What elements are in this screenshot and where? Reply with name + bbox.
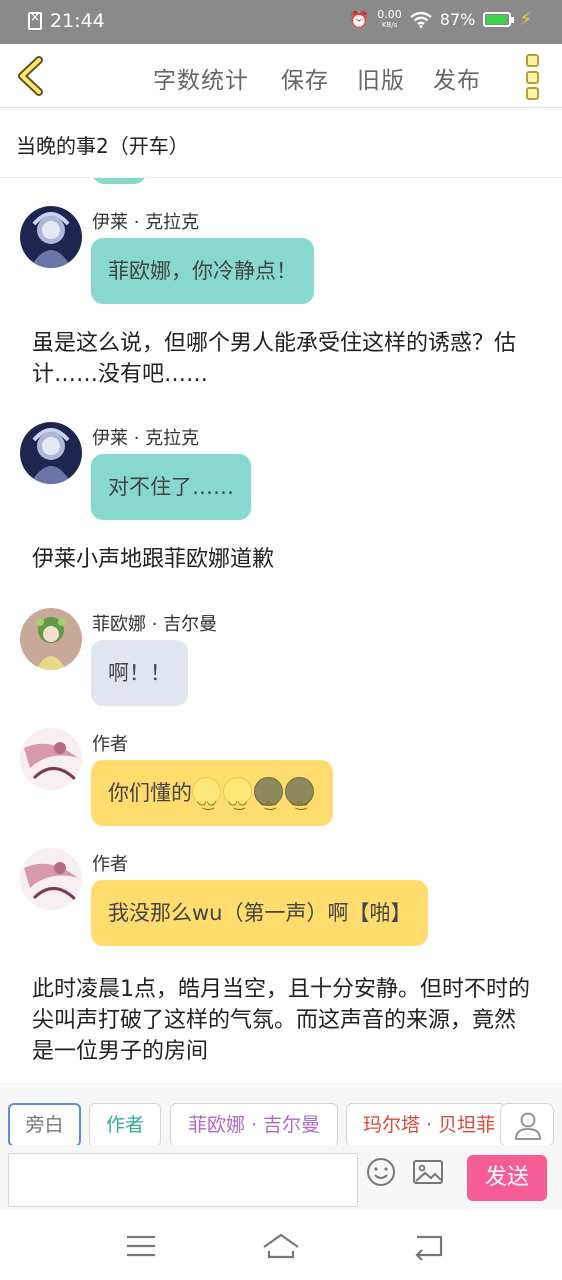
battery-icon	[483, 12, 515, 27]
save-button[interactable]: 保存	[281, 61, 329, 95]
speaker-name: 作者	[92, 854, 128, 875]
speaker-name: 伊莱 · 克拉克	[92, 428, 200, 449]
smile-emoji-icon	[223, 768, 252, 837]
network-speed: 0.00 KB/s	[377, 7, 402, 30]
menu-icon[interactable]	[121, 1231, 161, 1261]
status-left: 21:44	[28, 10, 105, 32]
role-label: 菲欧娜 · 吉尔曼	[187, 1114, 321, 1136]
story-title-bar: 当晚的事2（开车）	[0, 108, 562, 178]
role-narrator[interactable]: 旁白	[8, 1103, 81, 1145]
avatar-eli[interactable]	[20, 206, 82, 268]
alarm-icon: ⏰	[349, 10, 370, 29]
avatar-eli[interactable]	[20, 422, 82, 484]
avatar-author[interactable]	[20, 848, 82, 910]
speaker-name: 伊莱 · 克拉克	[92, 212, 200, 233]
narration-text[interactable]: 伊莱小声地跟菲欧娜道歉	[32, 544, 532, 575]
speed-unit: KB/s	[381, 20, 398, 29]
narration-text[interactable]: 此时凌晨1点，皓月当空，且十分安静。但时不时的尖叫声打破了这样的气氛。而这声音的…	[32, 974, 532, 1067]
speed-value: 0.00	[377, 7, 402, 21]
person-icon	[515, 1112, 541, 1140]
input-bar: 发送	[0, 1145, 562, 1209]
smirk-emoji-icon	[285, 768, 314, 837]
status-time: 21:44	[50, 10, 105, 32]
role-marta[interactable]: 玛尔塔 · 贝坦菲	[346, 1103, 506, 1145]
story-title[interactable]: 当晚的事2（开车）	[16, 130, 189, 159]
message-bubble[interactable]: 我没那么wu（第一声）啊【啪】	[91, 880, 429, 946]
system-nav-bar	[0, 1209, 562, 1280]
word-count-button[interactable]: 字数统计	[153, 61, 249, 95]
message-text: 你们懂的	[108, 781, 192, 805]
avatar-fiona[interactable]	[20, 608, 82, 670]
message-bubble[interactable]: 菲欧娜，你冷静点！	[91, 238, 314, 304]
role-label: 旁白	[25, 1114, 64, 1136]
wifi-icon	[410, 11, 432, 28]
old-version-button[interactable]: 旧版	[357, 61, 405, 95]
publish-button[interactable]: 发布	[433, 61, 481, 95]
speaker-name: 作者	[92, 734, 128, 755]
role-fiona[interactable]: 菲欧娜 · 吉尔曼	[170, 1103, 338, 1145]
character-manage-button[interactable]	[500, 1103, 554, 1145]
editor-toolbar: 字数统计 保存 旧版 发布	[0, 44, 562, 108]
role-label: 作者	[105, 1114, 144, 1136]
role-label: 玛尔塔 · 贝坦菲	[363, 1114, 496, 1136]
more-menu-icon[interactable]	[522, 54, 542, 100]
message-input[interactable]	[8, 1153, 358, 1207]
message-bubble[interactable]: 啊！！	[91, 640, 188, 706]
back-icon[interactable]	[12, 54, 56, 98]
battery-percent: 87%	[439, 10, 476, 29]
emoji-icon[interactable]	[366, 1157, 396, 1187]
role-author[interactable]: 作者	[89, 1103, 161, 1145]
chat-area[interactable]: 伊莱 · 克拉克 菲欧娜，你冷静点！ 虽是这么说，但哪个男人能承受住这样的诱惑？…	[0, 178, 562, 1083]
smirk-emoji-icon	[254, 768, 283, 837]
smile-emoji-icon	[192, 768, 221, 837]
home-icon[interactable]	[261, 1231, 301, 1261]
lightning-icon: ⚡	[519, 9, 532, 30]
speaker-name: 菲欧娜 · 吉尔曼	[92, 614, 218, 635]
status-right: ⏰ 0.00 KB/s 87% ⚡	[349, 7, 532, 31]
message-bubble[interactable]: 你们懂的	[91, 760, 333, 837]
file-icon	[28, 10, 42, 30]
status-bar: 21:44 ⏰ 0.00 KB/s 87% ⚡	[0, 0, 562, 44]
role-selector: 旁白 作者 菲欧娜 · 吉尔曼 玛尔塔 · 贝坦菲	[0, 1083, 562, 1145]
send-button[interactable]: 发送	[467, 1155, 547, 1201]
avatar-author[interactable]	[20, 728, 82, 790]
image-icon[interactable]	[412, 1157, 444, 1187]
partial-bubble	[92, 178, 146, 184]
message-bubble[interactable]: 对不住了……	[91, 454, 251, 520]
narration-text[interactable]: 虽是这么说，但哪个男人能承受住这样的诱惑？估计……没有吧……	[32, 328, 532, 390]
return-icon[interactable]	[409, 1231, 449, 1261]
